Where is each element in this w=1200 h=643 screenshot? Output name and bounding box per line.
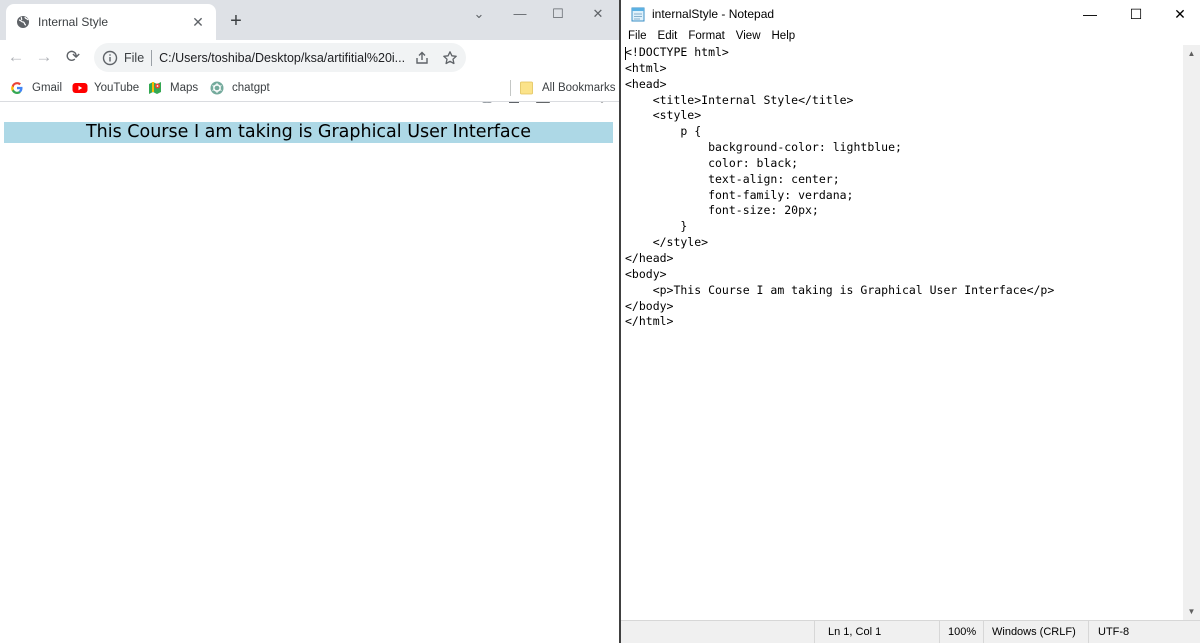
bookmark-label: chatgpt: [232, 82, 270, 94]
tab-close-icon[interactable]: ✕: [190, 14, 206, 31]
back-button[interactable]: ←: [5, 46, 27, 68]
bookmark-star-icon[interactable]: [442, 50, 458, 66]
browser-toolbar: ← → ⟳ File C:/Users/toshiba/Desktop/ksa/…: [0, 40, 619, 104]
browser-tab-title: Internal Style: [38, 15, 109, 29]
bookmark-maps[interactable]: Maps: [148, 79, 198, 97]
menu-help[interactable]: Help: [772, 28, 796, 45]
browser-window: Internal Style ✕ + ⌄ — ☐ ✕ ← → ⟳ File C:…: [0, 0, 619, 643]
menu-file[interactable]: File: [628, 28, 647, 45]
text-caret: [625, 47, 626, 60]
menu-view[interactable]: View: [736, 28, 761, 45]
address-url[interactable]: C:/Users/toshiba/Desktop/ksa/artifitial%…: [159, 51, 406, 65]
notepad-maximize-button[interactable]: ☐: [1114, 2, 1158, 26]
notepad-close-button[interactable]: ✕: [1158, 2, 1200, 26]
status-divider: [939, 621, 940, 643]
notepad-icon: [630, 6, 646, 22]
share-icon[interactable]: [414, 50, 430, 66]
screen: Internal Style ✕ + ⌄ — ☐ ✕ ← → ⟳ File C:…: [0, 0, 1200, 643]
page-paragraph: This Course I am taking is Graphical Use…: [4, 122, 613, 143]
bookmark-label: Gmail: [32, 82, 63, 94]
browser-minimize-button[interactable]: —: [507, 6, 533, 22]
bookmark-gmail[interactable]: Gmail: [10, 79, 62, 97]
scroll-up-arrow-icon[interactable]: ▲: [1183, 45, 1200, 62]
tab-search-chevron-icon[interactable]: ⌄: [466, 6, 492, 22]
browser-tab[interactable]: Internal Style ✕: [6, 4, 216, 40]
folder-icon: [520, 81, 536, 95]
forward-button[interactable]: →: [33, 46, 55, 68]
browser-maximize-button[interactable]: ☐: [545, 6, 571, 22]
status-line-ending: Windows (CRLF): [992, 626, 1076, 638]
menu-format[interactable]: Format: [688, 28, 724, 45]
menu-edit[interactable]: Edit: [658, 28, 678, 45]
vertical-scrollbar[interactable]: ▲ ▼: [1183, 45, 1200, 620]
status-encoding: UTF-8: [1098, 626, 1130, 638]
address-separator: [151, 49, 153, 66]
status-divider: [983, 621, 984, 643]
info-icon[interactable]: [102, 50, 118, 66]
notepad-menubar: File Edit Format View Help: [621, 28, 1200, 45]
notepad-titlebar: internalStyle - Notepad — ☐ ✕: [621, 0, 1200, 28]
browser-viewport: This Course I am taking is Graphical Use…: [0, 103, 619, 643]
bookmark-label: Maps: [170, 82, 199, 94]
reload-button[interactable]: ⟳: [62, 46, 84, 68]
notepad-code-text[interactable]: <!DOCTYPE html> <html> <head> <title>Int…: [625, 45, 1054, 330]
bookmarks-divider: [510, 80, 511, 96]
globe-icon: [16, 15, 30, 29]
notepad-title: internalStyle - Notepad: [652, 7, 775, 21]
status-divider: [1088, 621, 1089, 643]
maps-icon: [148, 81, 164, 95]
all-bookmarks-button[interactable]: All Bookmarks: [520, 79, 616, 97]
notepad-statusbar: Ln 1, Col 1 100% Windows (CRLF) UTF-8: [621, 620, 1200, 643]
status-zoom: 100%: [948, 626, 977, 638]
status-divider: [814, 621, 815, 643]
youtube-icon: [72, 81, 88, 95]
bookmark-label: YouTube: [94, 82, 140, 94]
bookmark-youtube[interactable]: YouTube: [72, 79, 139, 97]
new-tab-button[interactable]: +: [226, 11, 246, 31]
address-bar[interactable]: File C:/Users/toshiba/Desktop/ksa/artifi…: [94, 43, 466, 72]
bookmarks-bar: Gmail YouTube Maps chatgpt All Bookmarks: [0, 74, 619, 102]
bookmark-chatgpt[interactable]: chatgpt: [210, 79, 270, 97]
notepad-text-area[interactable]: <!DOCTYPE html> <html> <head> <title>Int…: [621, 45, 1183, 620]
status-cursor-position: Ln 1, Col 1: [828, 626, 882, 638]
google-icon: [10, 81, 26, 95]
chatgpt-icon: [210, 81, 226, 95]
notepad-window: internalStyle - Notepad — ☐ ✕ File Edit …: [619, 0, 1200, 643]
notepad-minimize-button[interactable]: —: [1068, 2, 1112, 26]
all-bookmarks-label: All Bookmarks: [542, 82, 616, 94]
browser-titlebar: Internal Style ✕ + ⌄ — ☐ ✕: [0, 0, 619, 40]
browser-close-button[interactable]: ✕: [585, 6, 611, 22]
address-scheme: File: [124, 50, 145, 65]
scroll-down-arrow-icon[interactable]: ▼: [1183, 603, 1200, 620]
